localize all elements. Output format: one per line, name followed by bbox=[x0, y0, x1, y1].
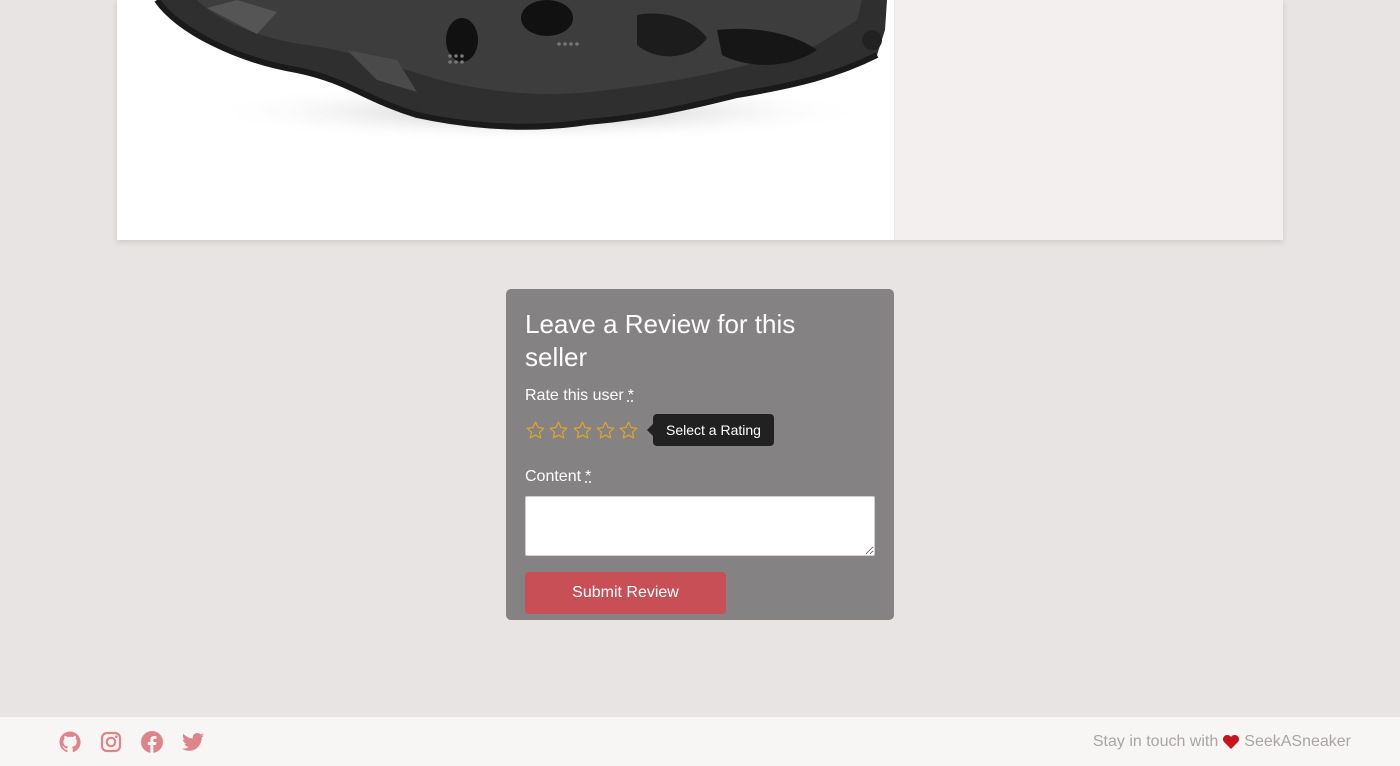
rating-label-text: Rate this user bbox=[525, 387, 624, 404]
instagram-icon bbox=[100, 731, 121, 752]
instagram-link[interactable] bbox=[98, 729, 123, 754]
star-4-icon[interactable] bbox=[595, 420, 616, 441]
review-form-card: Leave a Review for this seller Rate this… bbox=[506, 289, 894, 620]
content-textarea[interactable] bbox=[525, 496, 875, 556]
facebook-icon bbox=[140, 730, 163, 753]
product-info-panel bbox=[895, 0, 1283, 240]
content-label-text: Content bbox=[525, 468, 582, 485]
rating-tooltip: Select a Rating bbox=[647, 414, 774, 446]
star-5-icon[interactable] bbox=[618, 420, 639, 441]
required-mark: * bbox=[627, 387, 634, 404]
footer-text-before: Stay in touch with bbox=[1092, 732, 1219, 750]
github-link[interactable] bbox=[57, 729, 82, 754]
rating-label: Rate this user * bbox=[525, 387, 875, 405]
footer: Stay in touch with SeekASneaker bbox=[0, 717, 1400, 766]
facebook-link[interactable] bbox=[139, 729, 164, 754]
star-rating: Select a Rating bbox=[525, 414, 875, 446]
github-icon bbox=[59, 731, 81, 752]
content-label: Content * bbox=[525, 468, 875, 486]
review-form-title: Leave a Review for this seller bbox=[525, 309, 796, 372]
footer-tagline: Stay in touch with SeekASneaker bbox=[1093, 733, 1351, 751]
twitter-link[interactable] bbox=[180, 729, 205, 754]
star-2-icon[interactable] bbox=[548, 420, 569, 441]
product-image bbox=[117, 0, 895, 240]
submit-review-button[interactable]: Submit Review bbox=[525, 572, 726, 614]
product-card bbox=[117, 0, 1283, 240]
star-1-icon[interactable] bbox=[525, 420, 546, 441]
footer-brand: SeekASneaker bbox=[1244, 732, 1351, 750]
star-list bbox=[525, 420, 641, 441]
sneaker-image bbox=[154, 0, 887, 142]
required-mark: * bbox=[585, 468, 592, 485]
social-links bbox=[57, 729, 221, 754]
heart-icon bbox=[1223, 734, 1240, 749]
twitter-icon bbox=[181, 732, 204, 751]
star-3-icon[interactable] bbox=[572, 420, 593, 441]
